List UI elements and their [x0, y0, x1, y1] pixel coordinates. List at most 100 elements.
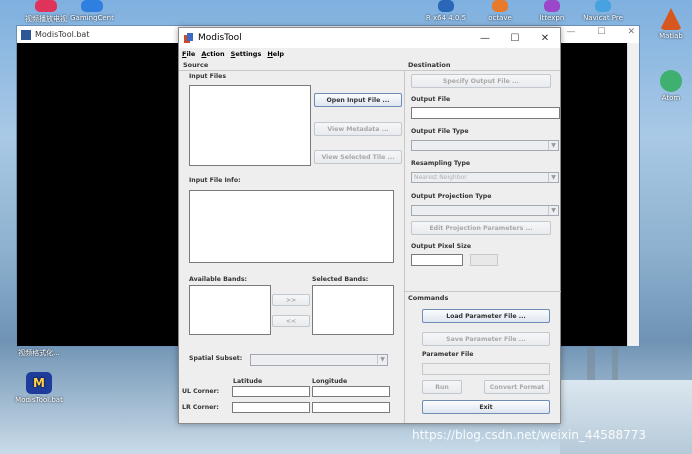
- load-parameter-file-button[interactable]: Load Parameter File ...: [422, 309, 550, 323]
- desktop-icon-r[interactable]: R x64 4.0.5: [424, 0, 468, 22]
- latitude-label: Latitude: [233, 378, 263, 385]
- console-icon: [21, 29, 31, 40]
- exit-button[interactable]: Exit: [422, 400, 550, 414]
- watermark-text: https://blog.csdn.net/weixin_44588773: [412, 428, 647, 442]
- window-controls: — ☐ ✕: [470, 28, 560, 48]
- desktop-icon-label: octave: [488, 14, 512, 22]
- chevron-down-icon: ▼: [377, 355, 387, 364]
- view-metadata-button[interactable]: View Metadata ...: [314, 122, 402, 136]
- menu-help[interactable]: Help: [267, 50, 284, 58]
- spatial-subset-label: Spatial Subset:: [189, 355, 243, 362]
- remove-band-button[interactable]: <<: [272, 315, 310, 327]
- parameter-file-label: Parameter File: [422, 351, 474, 358]
- chevron-down-icon: ▼: [548, 141, 558, 150]
- specify-output-file-button[interactable]: Specify Output File ...: [411, 74, 551, 88]
- resampling-type-select[interactable]: Nearest Neighbor ▼: [411, 172, 559, 183]
- desktop-icon-modistool[interactable]: M ModisTool.bat: [14, 372, 64, 404]
- desktop-icon-label: lttexpn: [539, 14, 565, 22]
- minimize-icon[interactable]: —: [470, 28, 500, 48]
- output-file-field[interactable]: [411, 107, 560, 119]
- input-files-list[interactable]: [189, 85, 311, 166]
- add-band-button[interactable]: >>: [272, 294, 310, 306]
- available-bands-list[interactable]: [189, 285, 271, 335]
- atom-icon: [660, 70, 682, 92]
- console-scrollbar[interactable]: [627, 43, 639, 346]
- output-file-type-select[interactable]: ▼: [411, 140, 559, 151]
- lr-corner-label: LR Corner:: [182, 404, 219, 411]
- panel-divider: [404, 71, 405, 423]
- gaming-center-icon: [81, 0, 103, 12]
- header-divider: [179, 70, 560, 71]
- ul-longitude-field[interactable]: [312, 386, 390, 397]
- ul-corner-label: UL Corner:: [182, 388, 220, 395]
- modistool-window[interactable]: ModisTool — ☐ ✕ File Action Settings Hel…: [178, 27, 561, 424]
- desktop-icon-label: 视频播放电视: [25, 15, 67, 23]
- source-header: Source: [183, 61, 209, 69]
- chevron-down-icon: ▼: [548, 173, 558, 182]
- available-bands-label: Available Bands:: [189, 276, 247, 283]
- output-pixel-size-label: Output Pixel Size: [411, 243, 472, 250]
- desktop-icon-label: ModisTool.bat: [15, 396, 63, 404]
- lr-latitude-field[interactable]: [232, 402, 310, 413]
- selected-bands-list[interactable]: [312, 285, 394, 335]
- desktop-icon-label: 视频格式化...: [18, 349, 60, 357]
- maximize-icon[interactable]: ☐: [597, 27, 605, 37]
- menu-bar: File Action Settings Help: [179, 48, 560, 59]
- input-file-info-label: Input File Info:: [189, 177, 241, 184]
- navicat-icon: [595, 0, 611, 12]
- selected-bands-label: Selected Bands:: [312, 276, 369, 283]
- modistool-icon: M: [26, 372, 52, 394]
- output-projection-type-select[interactable]: ▼: [411, 205, 559, 216]
- desktop-icon-label: GamingCent: [70, 14, 114, 22]
- open-input-file-button[interactable]: Open Input File ...: [314, 93, 402, 107]
- video-app-icon: [35, 0, 57, 12]
- menu-action[interactable]: Action: [201, 50, 224, 58]
- save-parameter-file-button[interactable]: Save Parameter File ...: [422, 332, 550, 346]
- input-files-label: Input Files: [189, 73, 227, 80]
- console-window-controls: — ☐ ✕: [566, 27, 635, 37]
- matlab-icon: [660, 8, 682, 30]
- resampling-type-label: Resampling Type: [411, 160, 471, 167]
- menu-settings[interactable]: Settings: [231, 50, 262, 58]
- output-file-type-label: Output File Type: [411, 128, 469, 135]
- desktop-icon-gamingcent[interactable]: GamingCent: [68, 0, 116, 22]
- desktop-icon-label: Matlab: [659, 32, 683, 40]
- output-pixel-size-unit: [470, 254, 498, 266]
- parameter-file-field: [422, 363, 550, 375]
- lttexpn-icon: [544, 0, 560, 12]
- spatial-subset-select[interactable]: ▼: [250, 354, 388, 366]
- input-file-info-area: [189, 190, 394, 263]
- longitude-label: Longitude: [312, 378, 348, 385]
- desktop-icon-video[interactable]: 视频播放电视: [24, 0, 68, 24]
- resampling-type-value: Nearest Neighbor: [414, 174, 467, 181]
- desktop-icon-navicat[interactable]: Navicat Pre: [578, 0, 628, 22]
- desktop-icon-label: Navicat Pre: [583, 14, 623, 22]
- close-icon[interactable]: ✕: [530, 28, 560, 48]
- console-title: ModisTool.bat: [35, 30, 90, 39]
- run-button[interactable]: Run: [422, 380, 462, 394]
- desktop-icon-atom[interactable]: Atom: [650, 70, 692, 102]
- edit-projection-parameters-button[interactable]: Edit Projection Parameters ...: [411, 221, 551, 235]
- output-file-label: Output File: [411, 96, 451, 103]
- r-app-icon: [438, 0, 454, 12]
- menu-file[interactable]: File: [182, 50, 195, 58]
- desktop-icon-matlab[interactable]: Matlab: [650, 8, 692, 40]
- commands-header: Commands: [408, 294, 449, 302]
- destination-header: Destination: [408, 61, 451, 69]
- view-selected-tile-button[interactable]: View Selected Tile ...: [314, 150, 402, 164]
- desktop-icon-lttexpn[interactable]: lttexpn: [532, 0, 572, 22]
- output-projection-type-label: Output Projection Type: [411, 193, 492, 200]
- octave-icon: [492, 0, 508, 12]
- lr-longitude-field[interactable]: [312, 402, 390, 413]
- maximize-icon[interactable]: ☐: [500, 28, 530, 48]
- desktop-icon-octave[interactable]: octave: [478, 0, 522, 22]
- close-icon[interactable]: ✕: [627, 27, 635, 37]
- chevron-down-icon: ▼: [548, 206, 558, 215]
- convert-format-button[interactable]: Convert Format: [484, 380, 550, 394]
- output-pixel-size-field[interactable]: [411, 254, 463, 266]
- minimize-icon[interactable]: —: [566, 27, 575, 37]
- desktop-icon-video-format[interactable]: 视频格式化...: [12, 348, 66, 358]
- ul-latitude-field[interactable]: [232, 386, 310, 397]
- commands-divider: [405, 291, 561, 292]
- desktop-icon-label: Atom: [661, 94, 681, 102]
